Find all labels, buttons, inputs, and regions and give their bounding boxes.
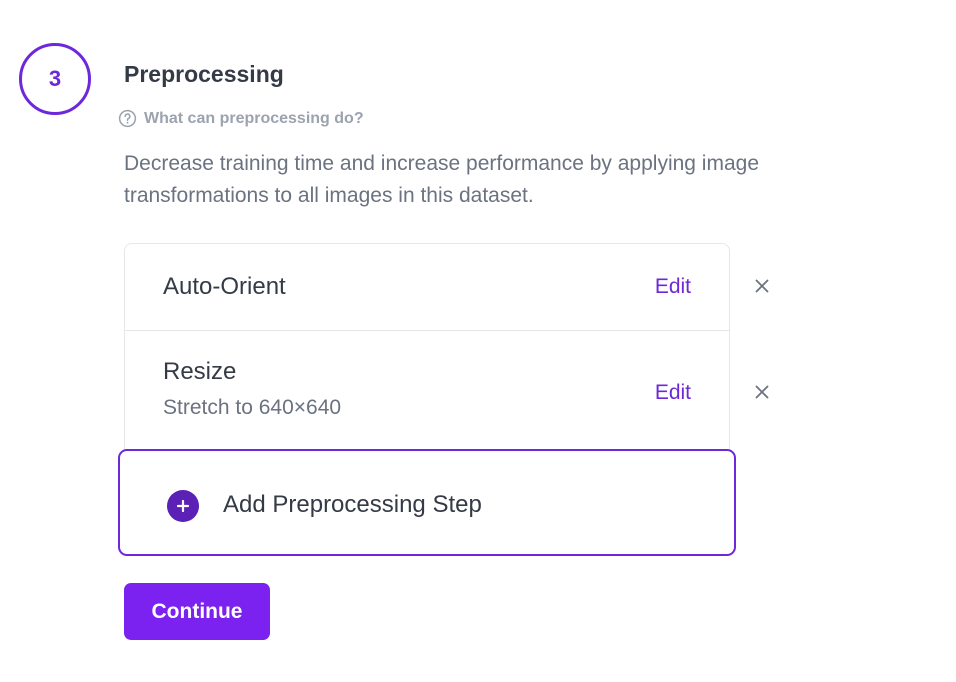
add-preprocessing-step-button[interactable]: Add Preprocessing Step: [118, 449, 736, 556]
add-step-label: Add Preprocessing Step: [223, 491, 482, 518]
close-icon: [754, 278, 770, 299]
help-link[interactable]: What can preprocessing do?: [118, 109, 364, 128]
help-link-label: What can preprocessing do?: [144, 109, 364, 127]
remove-auto-orient-button[interactable]: [751, 277, 773, 299]
question-circle-icon: [118, 109, 137, 128]
preprocessing-step-auto-orient: Auto-Orient Edit: [125, 244, 729, 331]
step-name: Auto-Orient: [163, 273, 286, 300]
preprocessing-step-resize: Resize Stretch to 640×640 Edit: [125, 331, 729, 451]
continue-button[interactable]: Continue: [124, 583, 270, 640]
edit-auto-orient-link[interactable]: Edit: [655, 275, 691, 299]
section-description: Decrease training time and increase perf…: [124, 152, 760, 207]
plus-circle-icon: [167, 490, 199, 522]
preprocessing-section: 3 Preprocessing What can preprocessing d…: [0, 0, 956, 682]
step-detail: Stretch to 640×640: [163, 396, 342, 419]
close-icon: [754, 384, 770, 405]
edit-resize-link[interactable]: Edit: [655, 381, 691, 405]
step-name: Resize: [163, 358, 237, 385]
remove-resize-button[interactable]: [751, 383, 773, 405]
step-number-badge: 3: [19, 43, 91, 115]
section-title: Preprocessing: [124, 61, 284, 87]
step-number: 3: [48, 66, 62, 91]
